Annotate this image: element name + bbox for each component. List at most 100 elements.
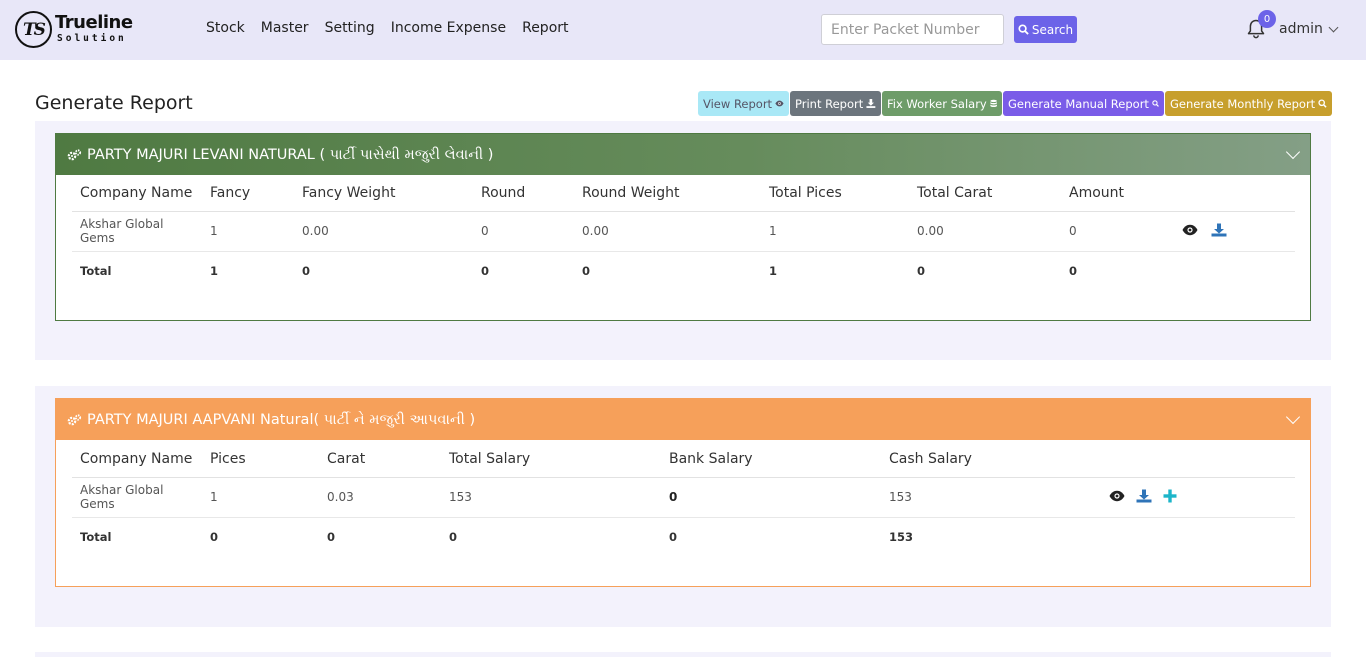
cell-company: Akshar Global Gems — [72, 211, 202, 252]
print-report-button[interactable]: Print Report — [790, 91, 881, 116]
generate-manual-report-label: Generate Manual Report — [1008, 96, 1149, 111]
col-company-name: Company Name — [72, 441, 202, 478]
menu-item-report[interactable]: Report — [522, 20, 568, 36]
brand-subtitle: Solution — [57, 33, 127, 44]
col-actions — [1100, 441, 1295, 478]
section-levani-header[interactable]: PARTY MAJURI LEVANI NATURAL ( પાર્ટી પાસ… — [56, 134, 1310, 175]
col-amount: Amount — [1061, 175, 1178, 212]
col-total-salary: Total Salary — [441, 441, 661, 478]
col-round: Round — [473, 175, 574, 212]
menu-item-setting[interactable]: Setting — [325, 20, 375, 36]
section-aapvani-card: PARTY MAJURI AAPVANI Natural( પાર્ટી ને … — [55, 398, 1311, 587]
table-total-row: Total 1 0 0 0 1 0 0 — [72, 251, 1295, 291]
total-bank-salary: 0 — [669, 530, 678, 545]
menu-item-income-expense[interactable]: Income Expense — [391, 20, 506, 36]
user-name: admin — [1279, 21, 1323, 37]
brand-mark: TS — [15, 11, 52, 48]
eye-icon[interactable] — [1109, 489, 1125, 503]
plus-icon[interactable] — [1163, 489, 1177, 503]
col-carat: Carat — [319, 441, 441, 478]
search-icon — [1318, 99, 1327, 108]
cell-cash-salary: 153 — [881, 477, 1100, 518]
cell-fancy: 1 — [202, 211, 294, 252]
total-label: Total — [80, 264, 112, 279]
levani-table: Company Name Fancy Fancy Weight Round Ro… — [72, 175, 1295, 291]
total-total-salary: 0 — [449, 530, 458, 545]
total-fancy: 1 — [210, 264, 219, 279]
total-round-weight: 0 — [582, 264, 591, 279]
cell-fancy-weight: 0.00 — [294, 211, 473, 252]
table-total-row: Total 0 0 0 0 153 — [72, 517, 1295, 557]
print-report-label: Print Report — [795, 96, 864, 111]
col-bank-salary: Bank Salary — [661, 441, 881, 478]
chevron-down-icon[interactable] — [1285, 409, 1301, 425]
generate-manual-report-button[interactable]: Generate Manual Report — [1003, 91, 1164, 116]
fix-worker-salary-label: Fix Worker Salary — [887, 96, 987, 111]
cell-amount: 0 — [1061, 211, 1178, 252]
user-menu[interactable]: admin — [1279, 21, 1339, 37]
total-round: 0 — [481, 264, 490, 279]
brand-logo[interactable]: TS Trueline Solution — [15, 11, 133, 51]
next-section-panel — [35, 652, 1331, 657]
col-pices: Pices — [202, 441, 319, 478]
cell-pices: 1 — [202, 477, 319, 518]
chevron-down-icon — [1328, 22, 1339, 32]
col-total-carat: Total Carat — [909, 175, 1061, 212]
database-icon — [990, 99, 997, 108]
total-cash-salary: 153 — [889, 530, 914, 545]
cell-actions — [1100, 477, 1295, 518]
view-report-label: View Report — [703, 96, 773, 111]
table-row: Akshar Global Gems 1 0.00 0 0.00 1 0.00 … — [72, 211, 1295, 252]
search-icon — [1018, 24, 1029, 35]
search-button-label: Search — [1031, 22, 1074, 37]
cell-total-carat: 0.00 — [909, 211, 1061, 252]
total-fancy-weight: 0 — [302, 264, 311, 279]
generate-monthly-report-label: Generate Monthly Report — [1170, 96, 1316, 111]
menu-item-master[interactable]: Master — [261, 20, 309, 36]
cell-round-weight: 0.00 — [574, 211, 761, 252]
col-company-name: Company Name — [72, 175, 202, 212]
table-header-row: Company Name Fancy Fancy Weight Round Ro… — [72, 175, 1295, 212]
notification-count-badge: 0 — [1258, 10, 1276, 28]
search-button[interactable]: Search — [1014, 16, 1077, 43]
download-icon[interactable] — [1211, 223, 1227, 237]
cogs-icon — [67, 413, 82, 425]
col-cash-salary: Cash Salary — [881, 441, 1100, 478]
section-levani-card: PARTY MAJURI LEVANI NATURAL ( પાર્ટી પાસ… — [55, 133, 1311, 321]
aapvani-table: Company Name Pices Carat Total Salary Ba… — [72, 441, 1295, 557]
search-icon — [1152, 100, 1159, 107]
cell-carat: 0.03 — [319, 477, 441, 518]
generate-monthly-report-button[interactable]: Generate Monthly Report — [1165, 91, 1332, 116]
cell-total-salary: 153 — [441, 477, 661, 518]
packet-search-input[interactable] — [821, 14, 1004, 45]
cell-round: 0 — [473, 211, 574, 252]
view-report-button[interactable]: View Report — [698, 91, 789, 116]
chevron-down-icon[interactable] — [1285, 144, 1301, 160]
eye-icon — [775, 100, 784, 107]
cell-total-pices: 1 — [761, 211, 909, 252]
total-amount: 0 — [1069, 264, 1078, 279]
cogs-icon — [67, 148, 82, 160]
fix-worker-salary-button[interactable]: Fix Worker Salary — [882, 91, 1002, 116]
section-aapvani-header[interactable]: PARTY MAJURI AAPVANI Natural( પાર્ટી ને … — [56, 399, 1310, 440]
col-fancy: Fancy — [202, 175, 294, 212]
total-carat: 0 — [327, 530, 336, 545]
menu-item-stock[interactable]: Stock — [206, 20, 245, 36]
cell-bank-salary: 0 — [661, 477, 881, 518]
download-icon[interactable] — [1136, 489, 1152, 503]
section-aapvani-title: PARTY MAJURI AAPVANI Natural( પાર્ટી ને … — [87, 411, 476, 428]
col-round-weight: Round Weight — [574, 175, 761, 212]
col-fancy-weight: Fancy Weight — [294, 175, 473, 212]
cell-actions — [1178, 211, 1295, 252]
section-levani-title: PARTY MAJURI LEVANI NATURAL ( પાર્ટી પાસ… — [87, 146, 494, 163]
page-title: Generate Report — [35, 92, 193, 114]
top-navbar: TS Trueline Solution Stock Master Settin… — [0, 0, 1366, 60]
report-toolbar: View Report Print Report Fix Worker Sala… — [698, 91, 1332, 116]
total-pices: 1 — [769, 264, 778, 279]
total-carat: 0 — [917, 264, 926, 279]
eye-icon[interactable] — [1182, 223, 1198, 237]
col-actions — [1178, 175, 1295, 212]
cell-company: Akshar Global Gems — [72, 477, 202, 518]
total-label: Total — [80, 530, 112, 545]
table-header-row: Company Name Pices Carat Total Salary Ba… — [72, 441, 1295, 478]
